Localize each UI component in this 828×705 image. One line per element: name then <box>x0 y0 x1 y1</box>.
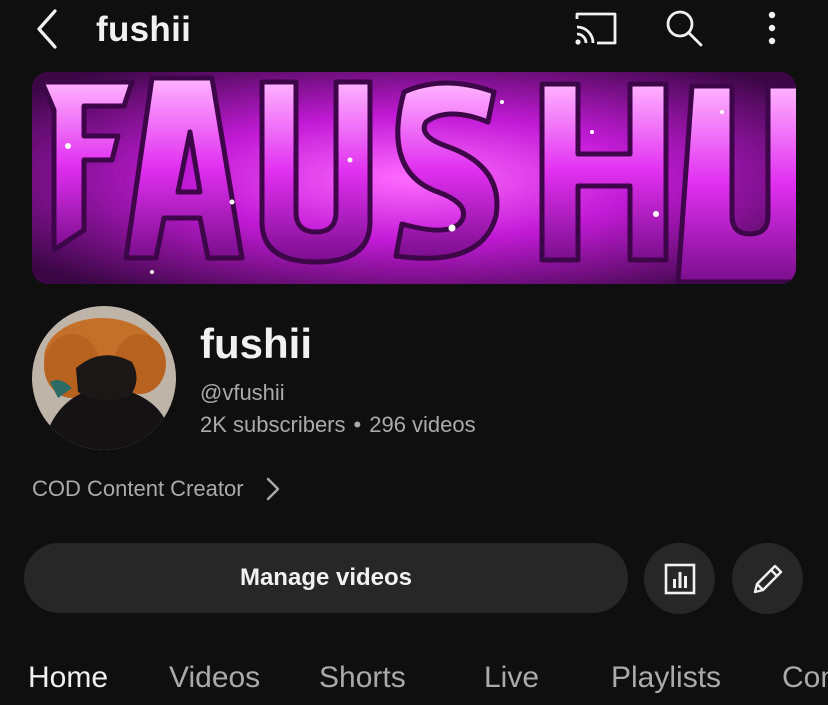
cast-icon <box>575 12 617 45</box>
topbar-title: fushii <box>96 10 192 49</box>
edit-channel-button[interactable] <box>732 543 803 614</box>
channel-avatar[interactable] <box>32 306 176 450</box>
more-vertical-icon <box>768 11 776 45</box>
channel-stats: 2K subscribers • 296 videos <box>200 410 476 440</box>
search-button[interactable] <box>660 6 708 50</box>
edit-pencil-icon <box>753 564 782 593</box>
tab-community[interactable]: Community <box>782 660 828 696</box>
analytics-icon <box>664 563 695 594</box>
channel-banner <box>32 72 796 284</box>
channel-tabs: Home Videos Shorts Live Playlists Commun… <box>0 650 828 705</box>
chevron-right-icon <box>266 477 280 501</box>
stats-separator: • <box>353 412 362 437</box>
tab-videos[interactable]: Videos <box>169 660 260 696</box>
tab-playlists[interactable]: Playlists <box>611 660 721 696</box>
channel-description: COD Content Creator <box>32 476 244 501</box>
channel-name: fushii <box>200 320 312 367</box>
top-app-bar: fushii <box>0 0 828 60</box>
back-button[interactable] <box>26 8 66 50</box>
tab-live[interactable]: Live <box>484 660 539 696</box>
more-options-button[interactable] <box>754 6 790 50</box>
video-count: 296 videos <box>369 412 476 437</box>
cast-button[interactable] <box>572 8 620 50</box>
tab-shorts[interactable]: Shorts <box>319 660 406 696</box>
search-icon <box>666 10 703 47</box>
analytics-button[interactable] <box>644 543 715 614</box>
subscriber-count: 2K subscribers <box>200 412 346 437</box>
tab-home[interactable]: Home <box>28 660 108 696</box>
back-arrow-icon <box>37 9 57 49</box>
channel-handle: @vfushii <box>200 380 285 405</box>
channel-description-link[interactable]: COD Content Creator <box>32 472 280 506</box>
manage-videos-button[interactable]: Manage videos <box>24 543 628 613</box>
